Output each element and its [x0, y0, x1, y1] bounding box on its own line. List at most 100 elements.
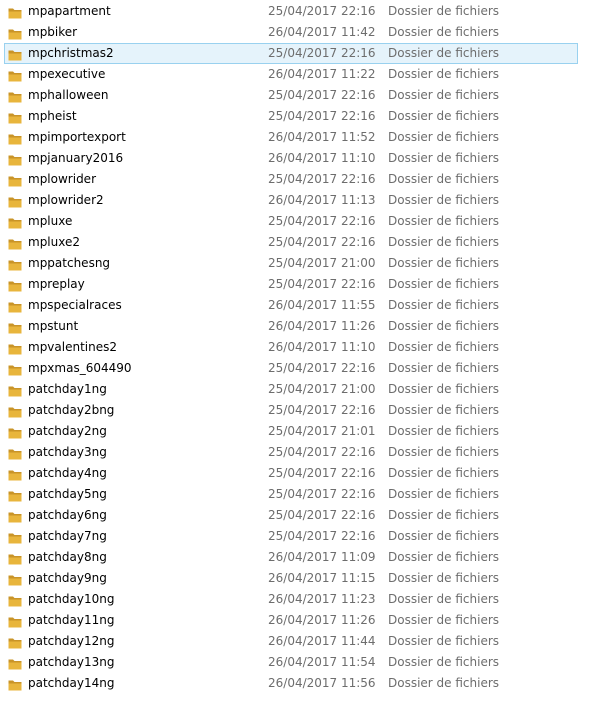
file-row[interactable]: mpexecutive 26/04/2017 11:22 Dossier de …: [0, 64, 600, 85]
file-type: Dossier de fichiers: [388, 613, 500, 627]
modified-date: 25/04/2017 22:16: [268, 46, 376, 60]
modified-date: 26/04/2017 11:23: [268, 592, 376, 606]
file-type: Dossier de fichiers: [388, 487, 500, 501]
file-row[interactable]: mpheist 25/04/2017 22:16 Dossier de fich…: [0, 106, 600, 127]
modified-date: 26/04/2017 11:52: [268, 130, 376, 144]
file-row[interactable]: mpstunt 26/04/2017 11:26 Dossier de fich…: [0, 316, 600, 337]
folder-icon: [8, 68, 22, 82]
file-row[interactable]: patchday11ng 26/04/2017 11:26 Dossier de…: [0, 610, 600, 631]
modified-date: 26/04/2017 11:42: [268, 25, 376, 39]
file-row[interactable]: mpvalentines2 26/04/2017 11:10 Dossier d…: [0, 337, 600, 358]
modified-date: 25/04/2017 22:16: [268, 529, 376, 543]
file-row[interactable]: mphalloween 25/04/2017 22:16 Dossier de …: [0, 85, 600, 106]
file-name: mpreplay: [28, 277, 85, 291]
file-row[interactable]: mpluxe2 25/04/2017 22:16 Dossier de fich…: [0, 232, 600, 253]
folder-icon: [8, 341, 22, 355]
folder-icon: [8, 614, 22, 628]
file-type: Dossier de fichiers: [388, 319, 500, 333]
file-type: Dossier de fichiers: [388, 256, 500, 270]
file-row[interactable]: patchday14ng 26/04/2017 11:56 Dossier de…: [0, 673, 600, 694]
file-row[interactable]: mpchristmas2 25/04/2017 22:16 Dossier de…: [4, 43, 578, 64]
file-name: mplowrider2: [28, 193, 104, 207]
file-type: Dossier de fichiers: [388, 298, 500, 312]
file-row[interactable]: mpspecialraces 26/04/2017 11:55 Dossier …: [0, 295, 600, 316]
modified-date: 25/04/2017 22:16: [268, 88, 376, 102]
modified-date: 25/04/2017 22:16: [268, 508, 376, 522]
file-row[interactable]: mpluxe 25/04/2017 22:16 Dossier de fichi…: [0, 211, 600, 232]
file-type: Dossier de fichiers: [388, 550, 500, 564]
file-type: Dossier de fichiers: [388, 130, 500, 144]
file-type: Dossier de fichiers: [388, 361, 500, 375]
file-row[interactable]: mppatchesng 25/04/2017 21:00 Dossier de …: [0, 253, 600, 274]
file-name: patchday12ng: [28, 634, 115, 648]
modified-date: 25/04/2017 22:16: [268, 4, 376, 18]
file-row[interactable]: mpreplay 25/04/2017 22:16 Dossier de fic…: [0, 274, 600, 295]
file-row[interactable]: patchday2ng 25/04/2017 21:01 Dossier de …: [0, 421, 600, 442]
modified-date: 25/04/2017 22:16: [268, 235, 376, 249]
file-name: mpluxe2: [28, 235, 80, 249]
file-name: mpjanuary2016: [28, 151, 124, 165]
file-type: Dossier de fichiers: [388, 634, 500, 648]
file-type: Dossier de fichiers: [388, 88, 500, 102]
modified-date: 25/04/2017 22:16: [268, 109, 376, 123]
file-row[interactable]: patchday8ng 26/04/2017 11:09 Dossier de …: [0, 547, 600, 568]
file-type: Dossier de fichiers: [388, 382, 500, 396]
file-row[interactable]: patchday4ng 25/04/2017 22:16 Dossier de …: [0, 463, 600, 484]
file-row[interactable]: patchday6ng 25/04/2017 22:16 Dossier de …: [0, 505, 600, 526]
folder-icon: [8, 152, 22, 166]
modified-date: 25/04/2017 22:16: [268, 487, 376, 501]
file-name: patchday10ng: [28, 592, 115, 606]
file-row[interactable]: patchday7ng 25/04/2017 22:16 Dossier de …: [0, 526, 600, 547]
file-row[interactable]: patchday3ng 25/04/2017 22:16 Dossier de …: [0, 442, 600, 463]
modified-date: 25/04/2017 22:16: [268, 361, 376, 375]
file-type: Dossier de fichiers: [388, 466, 500, 480]
file-row[interactable]: patchday12ng 26/04/2017 11:44 Dossier de…: [0, 631, 600, 652]
file-name: patchday11ng: [28, 613, 115, 627]
file-name: patchday1ng: [28, 382, 107, 396]
folder-icon: [8, 257, 22, 271]
file-row[interactable]: mpimportexport 26/04/2017 11:52 Dossier …: [0, 127, 600, 148]
file-name: mplowrider: [28, 172, 96, 186]
file-row[interactable]: patchday2bng 25/04/2017 22:16 Dossier de…: [0, 400, 600, 421]
modified-date: 26/04/2017 11:10: [268, 340, 376, 354]
file-name: mpapartment: [28, 4, 111, 18]
file-row[interactable]: patchday1ng 25/04/2017 21:00 Dossier de …: [0, 379, 600, 400]
modified-date: 25/04/2017 22:16: [268, 277, 376, 291]
folder-icon: [8, 215, 22, 229]
file-name: mpvalentines2: [28, 340, 117, 354]
modified-date: 26/04/2017 11:13: [268, 193, 376, 207]
folder-icon: [8, 425, 22, 439]
file-name: mpheist: [28, 109, 77, 123]
modified-date: 26/04/2017 11:55: [268, 298, 376, 312]
folder-icon: [8, 194, 22, 208]
modified-date: 26/04/2017 11:44: [268, 634, 376, 648]
file-type: Dossier de fichiers: [388, 676, 500, 690]
file-row[interactable]: mpapartment 25/04/2017 22:16 Dossier de …: [0, 1, 600, 22]
file-name: mpluxe: [28, 214, 73, 228]
folder-icon: [8, 89, 22, 103]
file-list: mpapartment 25/04/2017 22:16 Dossier de …: [0, 1, 600, 694]
file-name: mpstunt: [28, 319, 79, 333]
file-name: patchday13ng: [28, 655, 115, 669]
file-row[interactable]: mplowrider 25/04/2017 22:16 Dossier de f…: [0, 169, 600, 190]
file-name: mpimportexport: [28, 130, 126, 144]
file-name: patchday2ng: [28, 424, 107, 438]
folder-icon: [8, 26, 22, 40]
file-name: mpbiker: [28, 25, 78, 39]
file-type: Dossier de fichiers: [388, 592, 500, 606]
file-row[interactable]: mpjanuary2016 26/04/2017 11:10 Dossier d…: [0, 148, 600, 169]
file-name: patchday3ng: [28, 445, 107, 459]
file-row[interactable]: patchday5ng 25/04/2017 22:16 Dossier de …: [0, 484, 600, 505]
folder-icon: [8, 278, 22, 292]
file-row[interactable]: patchday13ng 26/04/2017 11:54 Dossier de…: [0, 652, 600, 673]
file-type: Dossier de fichiers: [388, 424, 500, 438]
file-row[interactable]: patchday10ng 26/04/2017 11:23 Dossier de…: [0, 589, 600, 610]
file-type: Dossier de fichiers: [388, 193, 500, 207]
file-name: mphalloween: [28, 88, 109, 102]
folder-icon: [8, 656, 22, 670]
file-row[interactable]: mplowrider2 26/04/2017 11:13 Dossier de …: [0, 190, 600, 211]
file-type: Dossier de fichiers: [388, 109, 500, 123]
file-row[interactable]: mpbiker 26/04/2017 11:42 Dossier de fich…: [0, 22, 600, 43]
file-row[interactable]: mpxmas_604490 25/04/2017 22:16 Dossier d…: [0, 358, 600, 379]
file-row[interactable]: patchday9ng 26/04/2017 11:15 Dossier de …: [0, 568, 600, 589]
